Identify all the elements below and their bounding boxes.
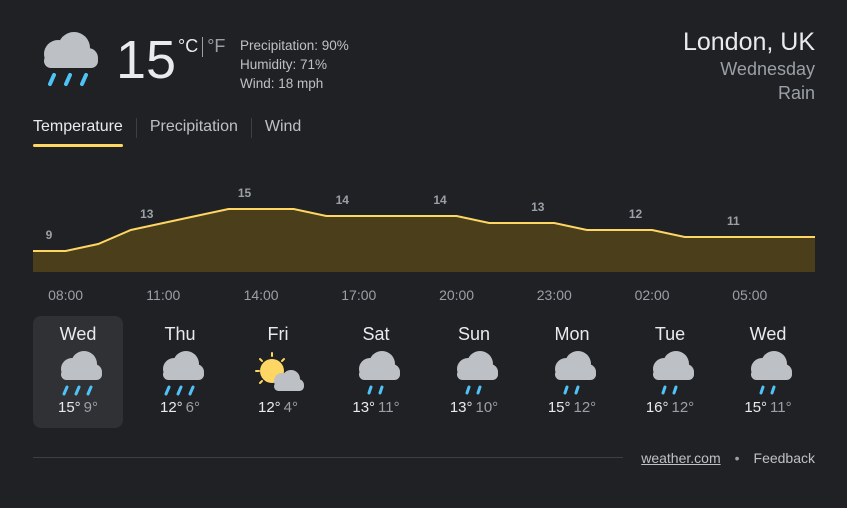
- day-forecast-sun[interactable]: Sun 13° 10°: [425, 316, 523, 428]
- rain-cloud-icon: [44, 32, 98, 86]
- day-name: Wed: [749, 324, 787, 344]
- temperature-label: 14: [433, 193, 447, 207]
- temperature-label: 9: [46, 228, 53, 242]
- day-temps: 13° 11°: [327, 399, 425, 416]
- day-forecast-sat[interactable]: Sat 13° 11°: [327, 316, 425, 428]
- showers-icon: [555, 351, 596, 395]
- time-tick-label: 23:00: [537, 287, 572, 303]
- time-tick-label: 11:00: [146, 287, 180, 303]
- day-forecast-mon[interactable]: Mon 15° 12°: [523, 316, 621, 428]
- temperature-label: 14: [336, 193, 350, 207]
- high-temp: 13°: [352, 399, 376, 416]
- low-temp: 11°: [378, 399, 400, 416]
- location-name: London, UK: [682, 28, 815, 56]
- humidity-text: Humidity: 71%: [240, 57, 328, 72]
- high-temp: 12°: [159, 399, 183, 416]
- day-name: Wed: [59, 324, 97, 344]
- footer-separator: •: [734, 450, 740, 466]
- temperature-label: 15: [238, 186, 252, 200]
- showers-icon: [457, 351, 498, 395]
- location-block: London, UK Wednesday Rain: [683, 27, 815, 105]
- celsius-toggle[interactable]: °C: [178, 36, 198, 57]
- day-temps: 15° 9°: [33, 399, 123, 416]
- day-name: Sun: [457, 324, 491, 344]
- high-temp: 15°: [547, 399, 571, 416]
- low-temp: 6°: [185, 399, 201, 416]
- chart-tabs: Temperature Precipitation Wind: [33, 118, 301, 147]
- fahrenheit-toggle[interactable]: °F: [207, 36, 225, 57]
- time-tick-label: 08:00: [48, 287, 83, 303]
- showers-icon: [653, 351, 694, 395]
- time-tick-label: 17:00: [341, 287, 376, 303]
- high-temp: 15°: [744, 399, 768, 416]
- current-temperature: 15: [116, 30, 177, 90]
- temperature-label: 13: [140, 207, 154, 221]
- low-temp: 4°: [283, 399, 299, 416]
- temperature-chart: 9 13 15 14 14 13 12 11 08:00 11:00 14:00 17:00 20:00…: [33, 186, 815, 303]
- day-forecast-wed[interactable]: Wed 15° 9°: [33, 316, 123, 428]
- rain-cloud-icon: [61, 351, 102, 396]
- low-temp: 9°: [83, 399, 99, 416]
- daily-forecast: Wed 15° 9° Thu 12° 6° Fri 12° 4° Sat 13° 11° Sun…: [33, 316, 817, 428]
- day-temps: 12° 6°: [131, 399, 229, 416]
- location-condition: Rain: [777, 83, 815, 103]
- time-tick-label: 05:00: [732, 287, 767, 303]
- day-name: Mon: [554, 324, 590, 344]
- temperature-label: 13: [531, 200, 545, 214]
- day-temps: 15° 12°: [523, 399, 621, 416]
- footer: weather.com • Feedback: [641, 450, 815, 466]
- feedback-link[interactable]: Feedback: [754, 450, 815, 466]
- footer-divider: [33, 457, 623, 458]
- source-link[interactable]: weather.com: [641, 450, 720, 466]
- day-temps: 12° 4°: [229, 399, 327, 416]
- day-name: Fri: [267, 324, 289, 344]
- wind-text: Wind: 18 mph: [240, 76, 324, 91]
- high-temp: 15°: [57, 399, 81, 416]
- day-temps: 15° 11°: [719, 399, 817, 416]
- day-forecast-wed[interactable]: Wed 15° 11°: [719, 316, 817, 428]
- tab-divider: [250, 118, 252, 138]
- precipitation-text: Precipitation: 90%: [240, 38, 349, 53]
- time-tick-label: 20:00: [439, 287, 474, 303]
- day-name: Sat: [362, 324, 390, 344]
- current-details: Precipitation: 90% Humidity: 71% Wind: 1…: [240, 36, 349, 93]
- day-forecast-fri[interactable]: Fri 12° 4°: [229, 316, 327, 428]
- showers-icon: [751, 351, 792, 395]
- high-temp: 12°: [257, 399, 281, 416]
- time-tick-label: 02:00: [635, 287, 670, 303]
- tab-temperature[interactable]: Temperature: [33, 118, 123, 147]
- day-temps: 13° 10°: [425, 399, 523, 416]
- rain-cloud-icon: [163, 351, 204, 396]
- low-temp: 12°: [671, 399, 695, 416]
- day-temps: 16° 12°: [621, 399, 719, 416]
- high-temp: 13°: [449, 399, 473, 416]
- temperature-label: 11: [727, 214, 740, 228]
- low-temp: 11°: [770, 399, 792, 416]
- tab-divider: [135, 118, 137, 138]
- time-tick-label: 14:00: [244, 287, 279, 303]
- showers-icon: [359, 351, 400, 395]
- day-forecast-thu[interactable]: Thu 12° 6°: [131, 316, 229, 428]
- location-day: Wednesday: [720, 59, 815, 79]
- partly-sunny-icon: [255, 352, 304, 391]
- temperature-label: 12: [629, 207, 643, 221]
- unit-divider: [202, 36, 204, 57]
- tab-wind[interactable]: Wind: [265, 118, 301, 144]
- high-temp: 16°: [645, 399, 669, 416]
- day-forecast-tue[interactable]: Tue 16° 12°: [621, 316, 719, 428]
- day-name: Thu: [164, 324, 196, 344]
- day-name: Tue: [654, 324, 686, 344]
- unit-switch: °C °F: [178, 36, 225, 57]
- low-temp: 10°: [475, 399, 499, 416]
- tab-precipitation[interactable]: Precipitation: [150, 118, 238, 144]
- low-temp: 12°: [573, 399, 597, 416]
